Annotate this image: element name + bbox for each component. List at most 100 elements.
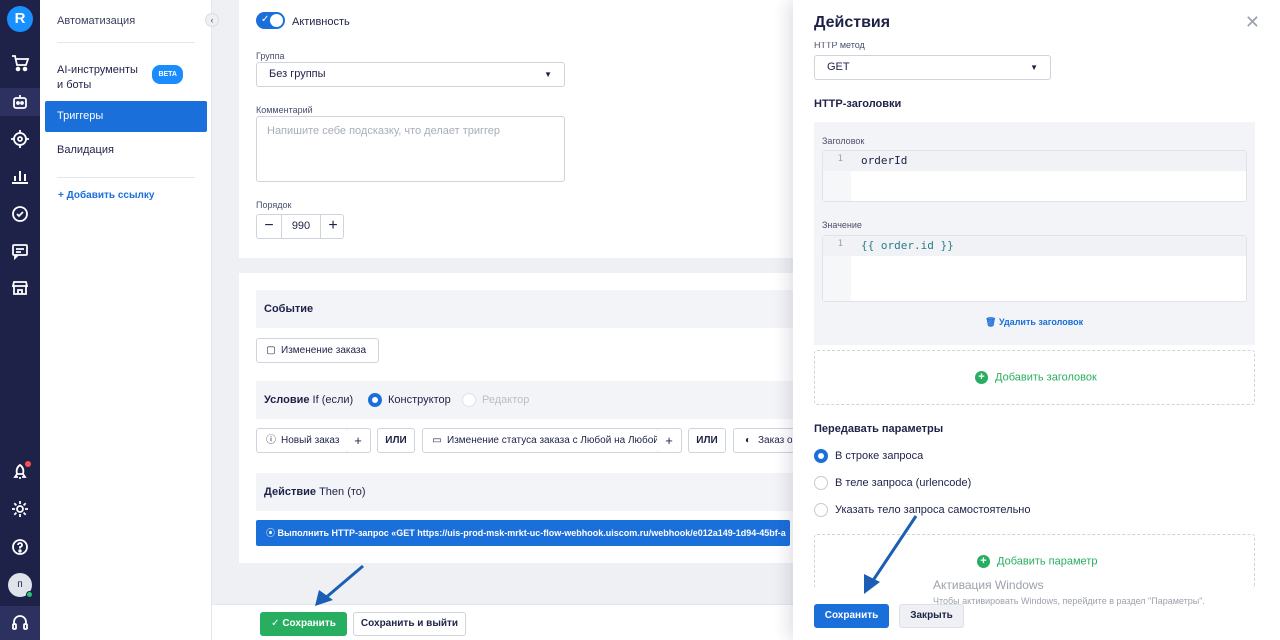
add-header-label: Добавить заголовок [995,371,1097,384]
event-band: Событие [256,290,839,328]
condition-title: Условие If (если) [264,394,353,406]
condition-band: Условие If (если) Конструктор Редактор [256,381,839,419]
or-button[interactable]: ИЛИ [377,428,415,453]
annotation-arrow [315,564,364,606]
condition-label: Изменение статуса заказа с Любой на Любо… [447,435,659,446]
check-icon: ✓ [271,618,283,629]
drawer-close-button[interactable]: Закрыть [899,604,964,628]
chart-icon[interactable] [10,166,30,186]
trash-icon: 🗑 [985,317,999,327]
windows-activation-title: Активация Windows [933,578,1044,592]
online-indicator [26,591,33,598]
sidebar-item-label: Триггеры [57,110,104,122]
box-icon: ▢ [266,345,276,356]
sidebar-item-label: Валидация [57,144,114,156]
action-icon: ⦿ [266,528,278,538]
add-param-label: Добавить параметр [997,555,1098,568]
radio-constructor[interactable] [368,393,382,407]
action-http-request[interactable]: ⦿ Выполнить HTTP-запрос «GET https://uis… [256,520,790,546]
beta-badge: BETA [152,65,183,84]
event-chip[interactable]: ▢ Изменение заказа [256,338,379,363]
order-label: Порядок [256,200,292,210]
http-method-select[interactable]: GET ▼ [814,55,1051,80]
order-value[interactable]: 990 [281,215,321,238]
line-number: 1 [837,154,843,164]
headers-title: HTTP-заголовки [814,98,902,110]
windows-activation-text: Чтобы активировать Windows, перейдите в … [933,596,1205,606]
sidebar-item-validation[interactable]: Валидация [45,143,207,158]
toggle-icon: ◐ [744,435,752,446]
add-link-button[interactable]: + Добавить ссылку [58,190,154,201]
save-button[interactable]: ✓ Сохранить [260,612,347,636]
sidebar-item-ai-tools[interactable]: AI-инструменты и боты BETA [45,63,195,93]
chevron-down-icon: ▼ [544,70,552,79]
trigger-logic-card: Событие ▢ Изменение заказа Условие If (ес… [239,273,839,563]
gear-icon[interactable] [10,499,30,519]
or-button[interactable]: ИЛИ [688,428,726,453]
increment-button[interactable]: + [321,215,345,238]
radio-urlencode[interactable] [814,476,828,490]
condition-label: Заказ о [758,435,793,446]
delete-header-label: Удалить заголовок [998,317,1084,327]
divider [57,177,195,178]
target-icon[interactable] [10,129,30,149]
drawer-save-button[interactable]: Сохранить [814,604,889,628]
sidebar-item-label: AI-инструменты и боты [57,64,138,91]
add-param-button[interactable]: + Добавить параметр [977,555,1097,568]
add-condition-button[interactable]: + [657,428,682,453]
comment-label: Комментарий [256,105,313,115]
group-label: Группа [256,51,285,61]
store-icon[interactable] [10,278,30,298]
radio-custom-body[interactable] [814,503,828,517]
close-icon[interactable]: ✕ [1245,12,1260,33]
left-rail: R п [0,0,40,640]
cart-icon[interactable] [10,53,30,73]
group-value: Без группы [269,68,326,80]
action-then: Then (то) [319,486,366,498]
header-key-label: Заголовок [822,136,865,146]
drawer-scroll-area[interactable]: HTTP метод GET ▼ HTTP-заголовки Заголово… [793,42,1280,588]
check-circle-icon[interactable] [10,204,30,224]
radio-query-string[interactable] [814,449,828,463]
header-key-value: orderId [861,154,908,167]
logo-icon[interactable]: R [7,6,33,32]
comment-textarea[interactable]: Напишите себе подсказку, что делает триг… [256,116,565,182]
subnav-title: Автоматизация [57,15,136,27]
bot-icon[interactable] [10,92,30,112]
mode-constructor-label: Конструктор [388,394,451,406]
header-value-label: Значение [822,220,862,230]
notification-dot [25,461,31,467]
event-chip-label: Изменение заказа [281,345,367,356]
order-stepper[interactable]: − 990 + [256,214,344,239]
decrement-button[interactable]: − [257,215,281,238]
mode-editor-label: Редактор [482,394,530,406]
action-title: Действие Then (то) [264,486,366,498]
rocket-icon[interactable] [10,461,31,482]
header-key-editor[interactable]: 1 orderId [822,150,1247,202]
add-header-button[interactable]: + Добавить заголовок [975,371,1097,384]
radio-editor[interactable] [462,393,476,407]
add-header-zone[interactable]: + Добавить заголовок [814,350,1255,405]
headset-icon[interactable] [10,613,30,633]
save-exit-button[interactable]: Сохранить и выйти [353,612,466,636]
comment-placeholder: Напишите себе подсказку, что делает триг… [267,125,501,137]
action-band: Действие Then (то) [256,473,839,511]
active-toggle[interactable]: ✓ [256,12,285,29]
param-option-label: В теле запроса (urlencode) [835,477,972,489]
avatar[interactable]: п [8,573,33,598]
help-icon[interactable] [10,537,30,557]
group-select[interactable]: Без группы ▼ [256,62,565,87]
condition-chip-status-change[interactable]: ▭ Изменение статуса заказа с Любой на Люб… [422,428,682,453]
delete-header-button[interactable]: 🗑 Удалить заголовок [985,317,1083,328]
action-text: Выполнить HTTP-запрос «GET https://uis-p… [277,528,786,538]
chat-icon[interactable] [10,241,30,261]
status-icon: ▭ [432,435,442,446]
params-title: Передавать параметры [814,423,944,435]
sidebar-item-triggers[interactable]: Триггеры [45,101,207,132]
add-condition-button[interactable]: + [346,428,371,453]
avatar-letter: п [17,579,23,590]
condition-label: Новый заказ [281,435,340,446]
annotation-arrow [864,515,918,594]
header-value-editor[interactable]: 1 {{ order.id }} [822,235,1247,302]
header-value-value: {{ order.id }} [861,239,954,252]
